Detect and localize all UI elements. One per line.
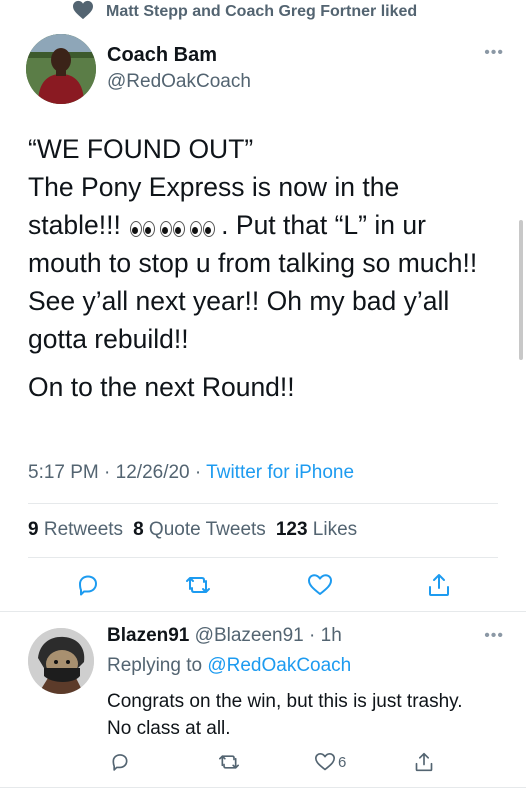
replying-to-label: Replying to — [107, 655, 203, 676]
heart-icon — [72, 0, 94, 25]
reply-text: Congrats on the win, but this is just tr… — [107, 688, 507, 742]
reply-like-count: 6 — [338, 754, 347, 771]
tweet-text-line: “WE FOUND OUT” — [28, 134, 254, 164]
eyes-emoji — [130, 221, 219, 237]
replying-to-handle-link[interactable]: @RedOakCoach — [207, 655, 351, 676]
tweet-text-line: See y’all next year!! Oh my bad y’all — [28, 286, 450, 316]
divider — [0, 787, 526, 788]
reply-more-options-icon[interactable]: ••• — [484, 627, 504, 645]
reply-author[interactable]: Blazen91 @Blazeen91 · 1h — [107, 625, 342, 647]
quote-tweets-stat[interactable]: 8 Quote Tweets — [133, 519, 266, 541]
tweet-time: 5:17 PM — [28, 462, 99, 483]
like-icon[interactable] — [307, 573, 333, 597]
tweet-text-segment: . Put that “L” in ur — [221, 210, 426, 240]
replying-to: Replying to @RedOakCoach — [107, 655, 351, 677]
tweet-text-segment: stable!!! — [28, 210, 129, 240]
reply-text-line: No class at all. — [107, 718, 231, 739]
tweet-date: 12/26/20 — [115, 462, 190, 483]
scrollbar[interactable] — [519, 220, 523, 360]
tweet-source-link[interactable]: Twitter for iPhone — [206, 462, 354, 483]
tweet-text-line: The Pony Express is now in the — [28, 172, 400, 202]
reply-text-line: Congrats on the win, but this is just tr… — [107, 691, 463, 712]
social-context: Matt Stepp and Coach Greg Fortner liked — [72, 0, 417, 24]
tweet-text-line: On to the next Round!! — [28, 372, 295, 402]
reply-author-name[interactable]: Blazen91 — [107, 625, 189, 646]
author-name[interactable]: Coach Bam — [107, 44, 217, 67]
author-handle[interactable]: @RedOakCoach — [107, 71, 251, 93]
reply-share-icon[interactable] — [414, 751, 434, 773]
avatar[interactable] — [28, 628, 94, 694]
reply-author-handle[interactable]: @Blazeen91 — [195, 625, 304, 646]
retweet-icon[interactable] — [185, 573, 211, 597]
reply-like-icon[interactable] — [314, 752, 336, 772]
more-options-icon[interactable]: ••• — [484, 44, 504, 62]
reply-retweet-icon[interactable] — [218, 752, 240, 772]
tweet-text-line: stable!!! . Put that “L” in ur — [28, 206, 508, 244]
retweets-stat[interactable]: 9 Retweets — [28, 519, 123, 541]
avatar[interactable] — [26, 34, 96, 104]
divider — [0, 611, 526, 612]
tweet-meta: 5:17 PM · 12/26/20 · Twitter for iPhone — [28, 462, 355, 483]
share-icon[interactable] — [427, 572, 451, 598]
reply-reply-icon[interactable] — [110, 752, 130, 772]
social-context-text: Matt Stepp and Coach Greg Fortner liked — [106, 3, 418, 20]
tweet-text: “WE FOUND OUT” The Pony Express is now i… — [28, 130, 508, 406]
tweet-text-line: mouth to stop u from talking so much!! — [28, 248, 478, 278]
reply-icon[interactable] — [76, 573, 100, 597]
divider — [28, 557, 498, 558]
reply-time: 1h — [320, 625, 342, 646]
tweet-text-line: gotta rebuild!! — [28, 324, 189, 354]
divider — [28, 503, 498, 504]
tweet-stats: 9 Retweets 8 Quote Tweets 123 Likes — [28, 519, 357, 541]
likes-stat[interactable]: 123 Likes — [276, 519, 357, 541]
